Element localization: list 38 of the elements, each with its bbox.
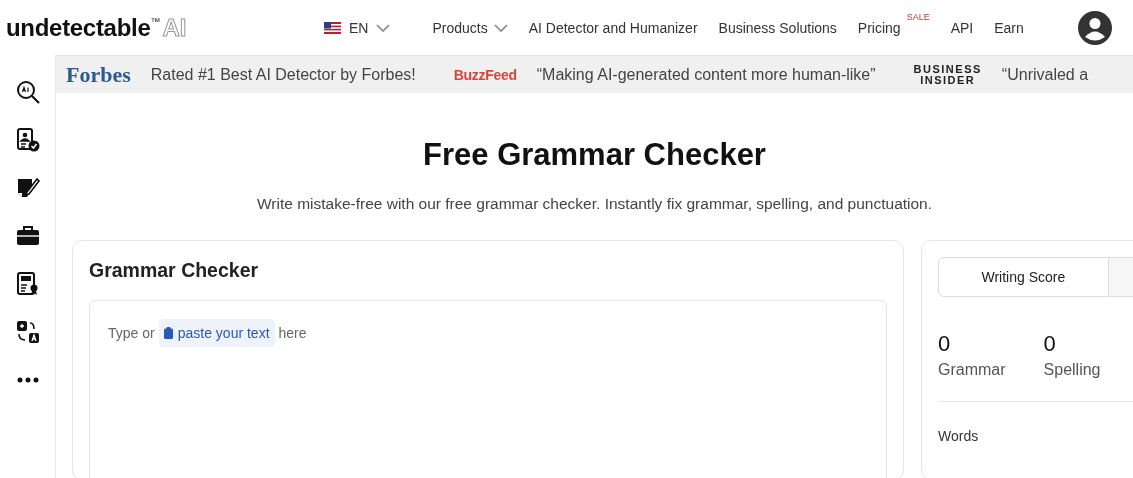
writing-score-tab[interactable]: Writing Score — [938, 257, 1109, 297]
user-avatar-icon[interactable] — [1077, 9, 1113, 46]
logo-text[interactable]: undetectable — [6, 13, 151, 42]
nav-link[interactable]: Pricing — [857, 19, 901, 36]
translate-icon[interactable] — [15, 320, 40, 344]
nav-link[interactable]: API — [950, 19, 974, 36]
card-title: Grammar Checker — [89, 259, 260, 282]
editor-placeholder: here — [278, 325, 307, 341]
language-selector[interactable]: EN — [349, 19, 369, 36]
paste-button[interactable]: paste your text — [158, 319, 275, 347]
press-logo: BUSINESS INSIDER — [913, 63, 982, 86]
nav-link[interactable]: Business Solutions — [718, 19, 837, 36]
clipboard-icon — [163, 327, 173, 339]
nav-link[interactable]: AI Detector and Humanizer — [528, 19, 698, 36]
document-check-icon[interactable] — [15, 128, 40, 152]
stat-label: Grammar — [938, 361, 1006, 379]
stat-value: 0 — [938, 331, 952, 357]
note-pencil-icon[interactable] — [15, 176, 40, 200]
press-logo: Forbes — [66, 61, 131, 88]
briefcase-icon[interactable] — [15, 224, 40, 248]
page-title: Free Grammar Checker — [422, 137, 767, 173]
text-editor-field[interactable]: Type or paste your text here — [89, 300, 887, 478]
nav-link[interactable]: Products — [432, 19, 488, 36]
stat-label: Spelling — [1043, 361, 1101, 379]
page-subtitle: Write mistake-free with our free grammar checker. Instantly fix grammar, spelling, and punctuation. — [255, 195, 934, 213]
trademark-mark: ™ — [150, 15, 161, 27]
press-quote: “Unrivaled a — [1001, 65, 1089, 84]
press-quote: “Making AI-generated content more human-like” — [536, 65, 876, 84]
press-quote: Rated #1 Best AI Detector by Forbes! — [150, 65, 416, 84]
editor-placeholder: Type or — [108, 325, 155, 341]
nav-link[interactable]: Earn — [994, 19, 1024, 36]
press-logo: BuzzFeed — [453, 66, 517, 83]
stat-value: 0 — [1043, 331, 1057, 357]
flag-icon — [324, 21, 341, 34]
seo-document-icon[interactable] — [15, 272, 40, 296]
stat-label: Words — [938, 428, 980, 444]
ai-search-icon[interactable] — [15, 80, 40, 104]
sale-label: SALE — [906, 11, 930, 22]
